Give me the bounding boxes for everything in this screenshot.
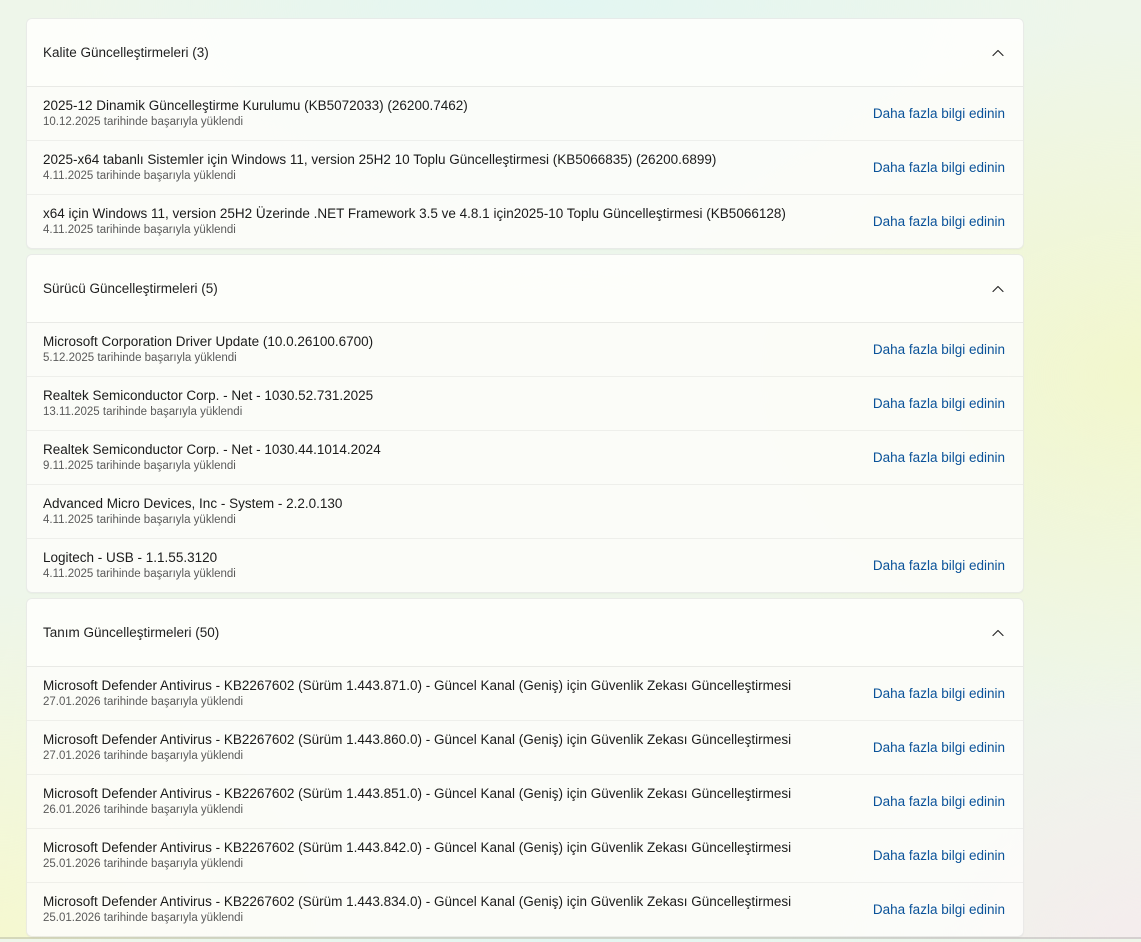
learn-more-link[interactable]: Daha fazla bilgi edinin — [873, 558, 1005, 573]
update-row: Advanced Micro Devices, Inc - System - 2… — [27, 484, 1023, 538]
section-rows: 2025-12 Dinamik Güncelleştirme Kurulumu … — [27, 87, 1023, 248]
update-title: Microsoft Defender Antivirus - KB2267602… — [43, 894, 792, 909]
update-install-date: 4.11.2025 tarihinde başarıyla yüklendi — [43, 568, 236, 580]
update-row: Microsoft Defender Antivirus - KB2267602… — [27, 720, 1023, 774]
learn-more-link[interactable]: Daha fazla bilgi edinin — [873, 396, 1005, 411]
section-rows: Microsoft Corporation Driver Update (10.… — [27, 323, 1023, 592]
update-title: Realtek Semiconductor Corp. - Net - 1030… — [43, 442, 381, 457]
section-title: Tanım Güncelleştirmeleri (50) — [43, 625, 220, 640]
section-driver-updates: Sürücü Güncelleştirmeleri (5) Microsoft … — [26, 254, 1024, 593]
section-title: Sürücü Güncelleştirmeleri (5) — [43, 281, 218, 296]
section-definition-updates: Tanım Güncelleştirmeleri (50) Microsoft … — [26, 598, 1024, 937]
update-row: Realtek Semiconductor Corp. - Net - 1030… — [27, 376, 1023, 430]
update-row: Microsoft Defender Antivirus - KB2267602… — [27, 882, 1023, 936]
learn-more-link[interactable]: Daha fazla bilgi edinin — [873, 106, 1005, 121]
update-install-date: 10.12.2025 tarihinde başarıyla yüklendi — [43, 116, 244, 128]
section-header-quality-updates[interactable]: Kalite Güncelleştirmeleri (3) — [27, 19, 1023, 87]
learn-more-link[interactable]: Daha fazla bilgi edinin — [873, 740, 1005, 755]
update-history-list: Kalite Güncelleştirmeleri (3) 2025-12 Di… — [26, 18, 1024, 942]
update-title: Microsoft Corporation Driver Update (10.… — [43, 334, 374, 349]
learn-more-link[interactable]: Daha fazla bilgi edinin — [873, 214, 1005, 229]
section-title: Kalite Güncelleştirmeleri (3) — [43, 45, 209, 60]
update-row-text: Microsoft Defender Antivirus - KB2267602… — [43, 785, 791, 818]
update-install-date: 4.11.2025 tarihinde başarıyla yüklendi — [43, 224, 236, 236]
update-row-text: Microsoft Corporation Driver Update (10.… — [43, 333, 373, 366]
update-title: 2025-x64 tabanlı Sistemler için Windows … — [43, 152, 717, 167]
update-install-date: 25.01.2026 tarihinde başarıyla yüklendi — [43, 912, 244, 924]
update-row: Microsoft Defender Antivirus - KB2267602… — [27, 828, 1023, 882]
learn-more-link[interactable]: Daha fazla bilgi edinin — [873, 686, 1005, 701]
update-install-date: 13.11.2025 tarihinde başarıyla yüklendi — [43, 406, 243, 418]
update-row-text: Microsoft Defender Antivirus - KB2267602… — [43, 731, 791, 764]
update-row: x64 için Windows 11, version 25H2 Üzerin… — [27, 194, 1023, 248]
chevron-up-icon[interactable] — [991, 626, 1005, 640]
update-title: Realtek Semiconductor Corp. - Net - 1030… — [43, 388, 374, 403]
update-title: Microsoft Defender Antivirus - KB2267602… — [43, 786, 792, 801]
learn-more-link[interactable]: Daha fazla bilgi edinin — [873, 794, 1005, 809]
section-quality-updates: Kalite Güncelleştirmeleri (3) 2025-12 Di… — [26, 18, 1024, 249]
learn-more-link[interactable]: Daha fazla bilgi edinin — [873, 342, 1005, 357]
learn-more-link[interactable]: Daha fazla bilgi edinin — [873, 902, 1005, 917]
section-header-definition-updates[interactable]: Tanım Güncelleştirmeleri (50) — [27, 599, 1023, 667]
learn-more-link[interactable]: Daha fazla bilgi edinin — [873, 450, 1005, 465]
update-row: Microsoft Corporation Driver Update (10.… — [27, 323, 1023, 376]
update-row: 2025-12 Dinamik Güncelleştirme Kurulumu … — [27, 87, 1023, 140]
update-row: Logitech - USB - 1.1.55.3120 4.11.2025 t… — [27, 538, 1023, 592]
update-install-date: 27.01.2026 tarihinde başarıyla yüklendi — [43, 750, 244, 762]
update-row: Microsoft Defender Antivirus - KB2267602… — [27, 667, 1023, 720]
update-row-text: Microsoft Defender Antivirus - KB2267602… — [43, 839, 791, 872]
update-title: Microsoft Defender Antivirus - KB2267602… — [43, 732, 792, 747]
update-install-date: 9.11.2025 tarihinde başarıyla yüklendi — [43, 460, 236, 472]
chevron-up-icon[interactable] — [991, 46, 1005, 60]
update-row-text: 2025-12 Dinamik Güncelleştirme Kurulumu … — [43, 97, 468, 130]
update-install-date: 27.01.2026 tarihinde başarıyla yüklendi — [43, 696, 244, 708]
update-title: Advanced Micro Devices, Inc - System - 2… — [43, 496, 343, 511]
update-title: Microsoft Defender Antivirus - KB2267602… — [43, 678, 792, 693]
update-row: Realtek Semiconductor Corp. - Net - 1030… — [27, 430, 1023, 484]
update-row-text: Realtek Semiconductor Corp. - Net - 1030… — [43, 441, 381, 474]
update-title: Microsoft Defender Antivirus - KB2267602… — [43, 840, 792, 855]
update-install-date: 25.01.2026 tarihinde başarıyla yüklendi — [43, 858, 244, 870]
learn-more-link[interactable]: Daha fazla bilgi edinin — [873, 160, 1005, 175]
update-install-date: 26.01.2026 tarihinde başarıyla yüklendi — [43, 804, 244, 816]
update-row-text: Advanced Micro Devices, Inc - System - 2… — [43, 495, 342, 528]
update-row-text: Realtek Semiconductor Corp. - Net - 1030… — [43, 387, 373, 420]
update-row: 2025-x64 tabanlı Sistemler için Windows … — [27, 140, 1023, 194]
update-row-text: x64 için Windows 11, version 25H2 Üzerin… — [43, 205, 786, 238]
section-header-driver-updates[interactable]: Sürücü Güncelleştirmeleri (5) — [27, 255, 1023, 323]
update-install-date: 4.11.2025 tarihinde başarıyla yüklendi — [43, 170, 236, 182]
update-install-date: 4.11.2025 tarihinde başarıyla yüklendi — [43, 514, 236, 526]
update-title: Logitech - USB - 1.1.55.3120 — [43, 550, 218, 565]
update-row-text: Microsoft Defender Antivirus - KB2267602… — [43, 677, 791, 710]
chevron-up-icon[interactable] — [991, 282, 1005, 296]
update-row: Microsoft Defender Antivirus - KB2267602… — [27, 774, 1023, 828]
update-row-text: 2025-x64 tabanlı Sistemler için Windows … — [43, 151, 716, 184]
update-row-text: Logitech - USB - 1.1.55.3120 4.11.2025 t… — [43, 549, 236, 582]
update-title: x64 için Windows 11, version 25H2 Üzerin… — [43, 206, 786, 221]
update-row-text: Microsoft Defender Antivirus - KB2267602… — [43, 893, 791, 926]
update-install-date: 5.12.2025 tarihinde başarıyla yüklendi — [43, 352, 237, 364]
update-title: 2025-12 Dinamik Güncelleştirme Kurulumu … — [43, 98, 468, 113]
section-rows: Microsoft Defender Antivirus - KB2267602… — [27, 667, 1023, 936]
learn-more-link[interactable]: Daha fazla bilgi edinin — [873, 848, 1005, 863]
